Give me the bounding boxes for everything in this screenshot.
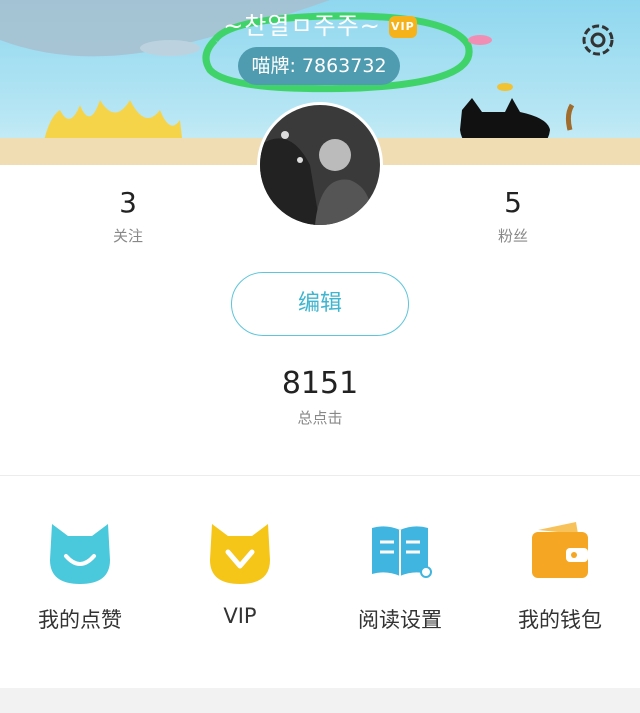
following-stat[interactable]: 3 关注	[68, 186, 188, 246]
wallet-icon	[520, 510, 600, 590]
section-divider	[0, 475, 640, 476]
following-label: 关注	[112, 227, 143, 245]
fans-count: 5	[504, 186, 522, 219]
bottom-section-separator	[0, 688, 640, 713]
following-count: 3	[119, 186, 137, 219]
fans-label: 粉丝	[497, 227, 528, 245]
total-clicks-label: 总点击	[297, 409, 343, 427]
menu-label: 阅读设置	[358, 608, 442, 632]
menu-label: 我的点赞	[38, 608, 122, 632]
vip-cat-icon	[200, 510, 280, 590]
settings-gear-icon[interactable]	[578, 20, 618, 60]
vip-badge: VIP	[388, 16, 417, 38]
username: ~찬열ㅁ주주~ VIP	[0, 6, 640, 41]
user-id-pill: 喵牌: 7863732	[238, 47, 400, 85]
total-clicks: 8151 总点击	[220, 366, 420, 428]
avatar[interactable]	[257, 102, 383, 228]
fans-stat[interactable]: 5 粉丝	[453, 186, 573, 246]
menu-label: VIP	[223, 604, 257, 628]
username-text: ~찬열ㅁ주주~	[223, 12, 381, 40]
edit-profile-button[interactable]: 编辑	[231, 272, 409, 336]
menu-my-likes[interactable]: 我的点赞	[0, 510, 160, 634]
book-icon	[360, 510, 440, 590]
total-clicks-value: 8151	[281, 366, 359, 401]
menu-reading-settings[interactable]: 阅读设置	[320, 510, 480, 634]
menu-vip[interactable]: VIP	[160, 510, 320, 628]
menu-my-wallet[interactable]: 我的钱包	[480, 510, 640, 634]
cat-like-icon	[40, 510, 120, 590]
menu-label: 我的钱包	[518, 608, 602, 632]
